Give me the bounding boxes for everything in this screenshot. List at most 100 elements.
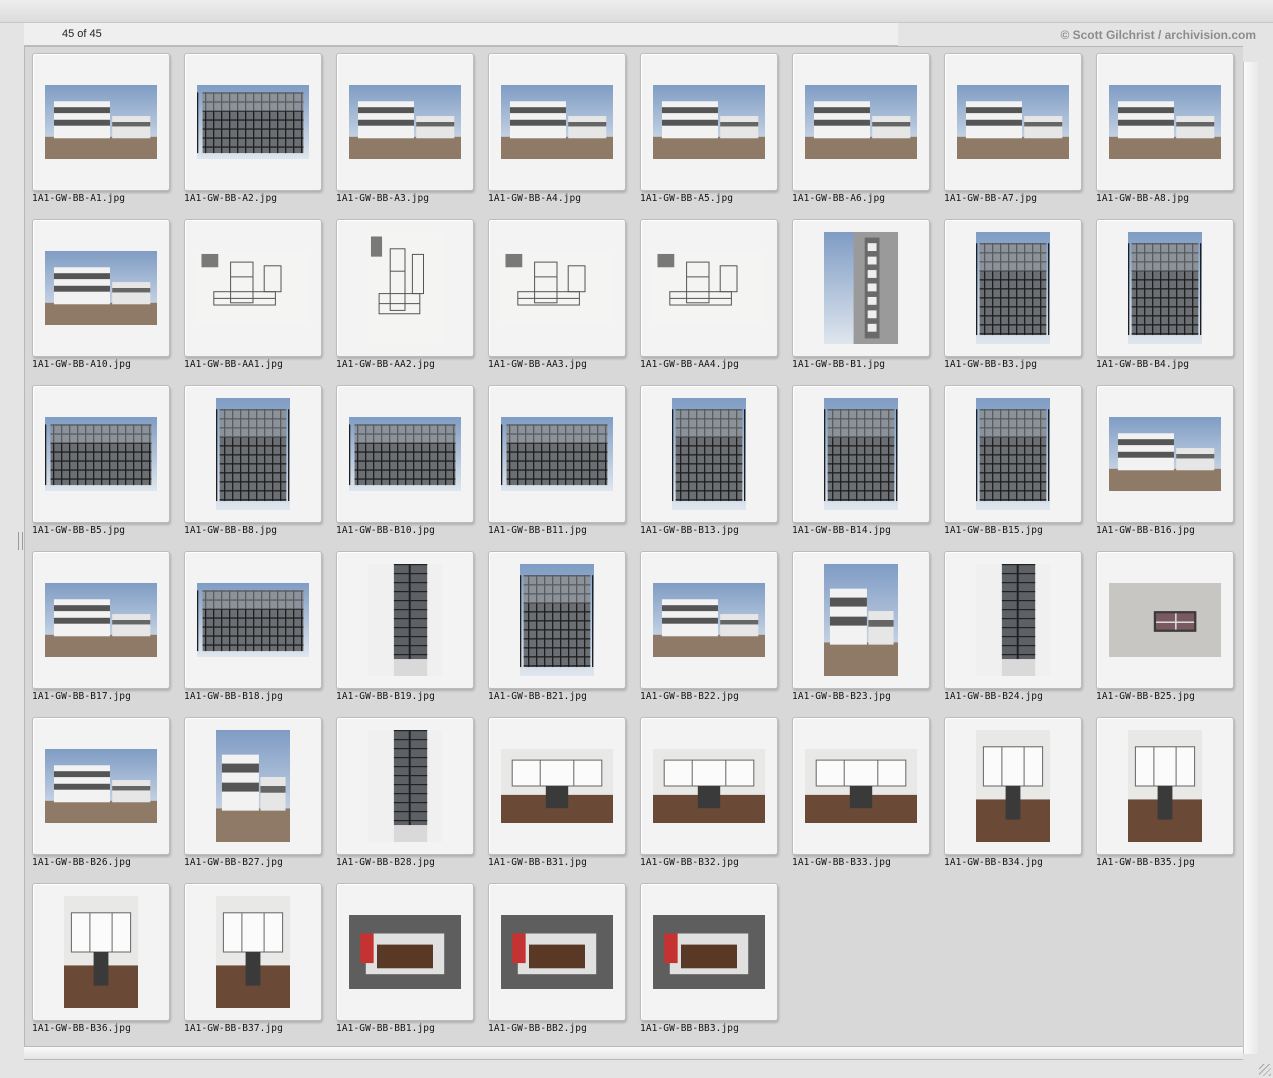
thumbnail-item[interactable]: 1A1-GW-BB-B15.jpg (944, 385, 1096, 551)
thumbnail-item[interactable]: 1A1-GW-BB-B10.jpg (336, 385, 488, 551)
thumbnail-frame[interactable] (640, 219, 778, 357)
thumbnail-frame[interactable] (32, 883, 170, 1021)
thumbnail-image[interactable] (45, 417, 157, 491)
thumbnail-item[interactable]: 1A1-GW-BB-B36.jpg (32, 883, 184, 1049)
thumbnail-frame[interactable] (792, 219, 930, 357)
thumbnail-frame[interactable] (1096, 219, 1234, 357)
thumbnail-frame[interactable] (1096, 385, 1234, 523)
thumbnail-item[interactable]: 1A1-GW-BB-B1.jpg (792, 219, 944, 385)
thumbnail-item[interactable]: 1A1-GW-BB-A1.jpg (32, 53, 184, 219)
thumbnail-image[interactable] (197, 85, 309, 159)
thumbnail-image[interactable] (1109, 417, 1221, 491)
thumbnail-image[interactable] (45, 583, 157, 657)
thumbnail-image[interactable] (349, 417, 461, 491)
thumbnail-frame[interactable] (640, 883, 778, 1021)
thumbnail-image[interactable] (349, 85, 461, 159)
thumbnail-image[interactable] (501, 85, 613, 159)
thumbnail-image[interactable] (976, 398, 1050, 510)
thumbnail-frame[interactable] (32, 219, 170, 357)
thumbnail-item[interactable]: 1A1-GW-BB-B33.jpg (792, 717, 944, 883)
thumbnail-image[interactable] (45, 85, 157, 159)
thumbnail-image[interactable] (824, 232, 898, 344)
thumbnail-item[interactable]: 1A1-GW-BB-B17.jpg (32, 551, 184, 717)
thumbnail-frame[interactable] (1096, 717, 1234, 855)
thumbnail-item[interactable]: 1A1-GW-BB-AA3.jpg (488, 219, 640, 385)
thumbnail-frame[interactable] (184, 883, 322, 1021)
thumbnail-frame[interactable] (184, 551, 322, 689)
thumbnail-image[interactable] (653, 915, 765, 989)
thumbnail-frame[interactable] (640, 385, 778, 523)
thumbnail-image[interactable] (805, 749, 917, 823)
thumbnail-image[interactable] (957, 85, 1069, 159)
thumbnail-image[interactable] (501, 749, 613, 823)
thumbnail-item[interactable]: 1A1-GW-BB-B23.jpg (792, 551, 944, 717)
thumbnail-frame[interactable] (944, 551, 1082, 689)
thumbnail-item[interactable]: 1A1-GW-BB-B11.jpg (488, 385, 640, 551)
thumbnail-frame[interactable] (32, 551, 170, 689)
thumbnail-image[interactable] (1128, 232, 1202, 344)
thumbnail-image[interactable] (653, 749, 765, 823)
thumbnail-item[interactable]: 1A1-GW-BB-B3.jpg (944, 219, 1096, 385)
thumbnail-image[interactable] (520, 564, 594, 676)
thumbnail-frame[interactable] (488, 717, 626, 855)
thumbnail-item[interactable]: 1A1-GW-BB-B5.jpg (32, 385, 184, 551)
horizontal-scrollbar[interactable] (24, 1046, 1243, 1060)
thumbnail-frame[interactable] (1096, 551, 1234, 689)
splitter-handle[interactable] (18, 532, 23, 550)
thumbnail-item[interactable]: 1A1-GW-BB-B32.jpg (640, 717, 792, 883)
thumbnail-item[interactable]: 1A1-GW-BB-B14.jpg (792, 385, 944, 551)
thumbnail-image[interactable] (653, 251, 765, 325)
thumbnail-item[interactable]: 1A1-GW-BB-B27.jpg (184, 717, 336, 883)
thumbnail-frame[interactable] (488, 883, 626, 1021)
thumbnail-item[interactable]: 1A1-GW-BB-B8.jpg (184, 385, 336, 551)
thumbnail-image[interactable] (501, 251, 613, 325)
thumbnail-frame[interactable] (944, 717, 1082, 855)
thumbnail-item[interactable]: 1A1-GW-BB-B25.jpg (1096, 551, 1248, 717)
thumbnail-image[interactable] (368, 730, 442, 842)
thumbnail-frame[interactable] (184, 219, 322, 357)
thumbnail-frame[interactable] (32, 385, 170, 523)
thumbnail-frame[interactable] (32, 717, 170, 855)
thumbnail-item[interactable]: 1A1-GW-BB-A7.jpg (944, 53, 1096, 219)
thumbnail-frame[interactable] (792, 717, 930, 855)
resize-grip-icon[interactable] (1259, 1064, 1271, 1076)
thumbnail-item[interactable]: 1A1-GW-BB-A8.jpg (1096, 53, 1248, 219)
thumbnail-image[interactable] (349, 915, 461, 989)
thumbnail-image[interactable] (653, 583, 765, 657)
thumbnail-item[interactable]: 1A1-GW-BB-AA4.jpg (640, 219, 792, 385)
thumbnail-frame[interactable] (944, 53, 1082, 191)
thumbnail-image[interactable] (368, 232, 442, 344)
thumbnail-frame[interactable] (640, 717, 778, 855)
thumbnail-item[interactable]: 1A1-GW-BB-A2.jpg (184, 53, 336, 219)
thumbnail-item[interactable]: 1A1-GW-BB-B13.jpg (640, 385, 792, 551)
thumbnail-frame[interactable] (32, 53, 170, 191)
thumbnail-frame[interactable] (488, 385, 626, 523)
thumbnail-frame[interactable] (336, 717, 474, 855)
thumbnail-item[interactable]: 1A1-GW-BB-B26.jpg (32, 717, 184, 883)
thumbnail-image[interactable] (216, 896, 290, 1008)
thumbnail-image[interactable] (216, 398, 290, 510)
thumbnail-image[interactable] (197, 583, 309, 657)
thumbnail-item[interactable]: 1A1-GW-BB-B18.jpg (184, 551, 336, 717)
thumbnail-item[interactable]: 1A1-GW-BB-A6.jpg (792, 53, 944, 219)
thumbnail-image[interactable] (501, 417, 613, 491)
thumbnail-image[interactable] (976, 730, 1050, 842)
thumbnail-frame[interactable] (336, 385, 474, 523)
thumbnail-frame[interactable] (184, 717, 322, 855)
thumbnail-item[interactable]: 1A1-GW-BB-B31.jpg (488, 717, 640, 883)
thumbnail-item[interactable]: 1A1-GW-BB-BB3.jpg (640, 883, 792, 1049)
thumbnail-image[interactable] (216, 730, 290, 842)
thumbnail-frame[interactable] (944, 385, 1082, 523)
thumbnail-image[interactable] (653, 85, 765, 159)
thumbnail-image[interactable] (976, 232, 1050, 344)
thumbnail-item[interactable]: 1A1-GW-BB-BB2.jpg (488, 883, 640, 1049)
thumbnail-frame[interactable] (488, 53, 626, 191)
thumbnail-image[interactable] (45, 251, 157, 325)
thumbnail-frame[interactable] (336, 53, 474, 191)
thumbnail-frame[interactable] (336, 551, 474, 689)
thumbnail-item[interactable]: 1A1-GW-BB-AA2.jpg (336, 219, 488, 385)
thumbnail-image[interactable] (64, 896, 138, 1008)
thumbnail-image[interactable] (1109, 85, 1221, 159)
thumbnail-frame[interactable] (944, 219, 1082, 357)
thumbnail-image[interactable] (45, 749, 157, 823)
